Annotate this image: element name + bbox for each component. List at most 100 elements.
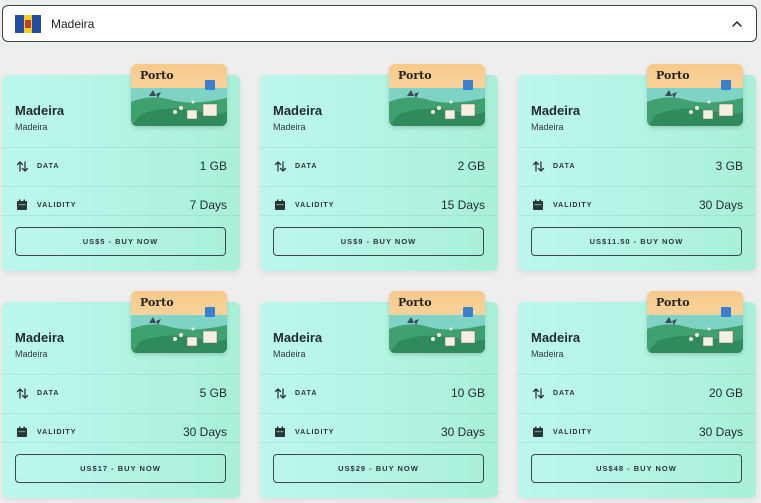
plan-title: Madeira [15, 330, 65, 345]
divider [518, 186, 756, 187]
plan-title: Madeira [273, 103, 323, 118]
data-label: DATA [553, 162, 576, 170]
swap-vertical-icon [15, 386, 29, 400]
validity-row: VALIDITY 30 Days [531, 425, 743, 439]
plan-card-5: Porto Madeira Madeira DATA 10 GB VALIDIT… [260, 291, 498, 498]
calendar-icon [273, 198, 287, 212]
divider [2, 413, 240, 414]
divider [260, 147, 498, 148]
plan-subtitle: Madeira [15, 349, 48, 359]
image-caption: Porto [140, 69, 174, 82]
plan-subtitle: Madeira [531, 349, 564, 359]
buy-now-button[interactable]: US$48 - BUY NOW [531, 454, 742, 483]
validity-value: 30 Days [698, 425, 743, 439]
calendar-icon [531, 198, 545, 212]
divider [2, 442, 240, 443]
swap-vertical-icon [273, 159, 287, 173]
plan-subtitle: Madeira [531, 122, 564, 132]
divider [518, 413, 756, 414]
country-selector-label: Madeira [51, 16, 95, 31]
data-value: 2 GB [457, 159, 485, 173]
destination-image: Porto [389, 291, 485, 353]
divider [260, 442, 498, 443]
madeira-flag-icon [15, 14, 41, 33]
divider [2, 186, 240, 187]
divider [2, 215, 240, 216]
validity-label: VALIDITY [553, 428, 593, 436]
image-caption: Porto [656, 69, 690, 82]
validity-value: 7 Days [189, 198, 227, 212]
swap-vertical-icon [15, 159, 29, 173]
validity-row: VALIDITY 15 Days [273, 198, 485, 212]
validity-value: 30 Days [698, 198, 743, 212]
destination-image: Porto [647, 291, 743, 353]
data-row: DATA 20 GB [531, 386, 743, 400]
validity-value: 30 Days [440, 425, 485, 439]
validity-row: VALIDITY 30 Days [15, 425, 227, 439]
calendar-icon [273, 425, 287, 439]
data-label: DATA [37, 162, 60, 170]
image-caption: Porto [398, 69, 432, 82]
data-value: 3 GB [715, 159, 743, 173]
data-label: DATA [295, 389, 318, 397]
plan-card-3: Porto Madeira Madeira DATA 3 GB VALIDITY… [518, 64, 756, 271]
data-row: DATA 5 GB [15, 386, 227, 400]
plan-subtitle: Madeira [273, 122, 306, 132]
divider [260, 215, 498, 216]
divider [260, 374, 498, 375]
validity-row: VALIDITY 7 Days [15, 198, 227, 212]
destination-image: Porto [131, 64, 227, 126]
plan-card-1: Porto Madeira Madeira DATA 1 GB VALIDITY… [2, 64, 240, 271]
buy-now-button[interactable]: US$29 - BUY NOW [273, 454, 484, 483]
data-value: 10 GB [450, 386, 485, 400]
chevron-up-icon[interactable] [730, 17, 744, 31]
validity-value: 30 Days [182, 425, 227, 439]
data-value: 1 GB [199, 159, 227, 173]
divider [260, 413, 498, 414]
data-value: 20 GB [708, 386, 743, 400]
country-selector[interactable]: Madeira [2, 5, 757, 42]
buy-now-button[interactable]: US$17 - BUY NOW [15, 454, 226, 483]
validity-label: VALIDITY [295, 428, 335, 436]
data-label: DATA [295, 162, 318, 170]
data-row: DATA 2 GB [273, 159, 485, 173]
plan-title: Madeira [15, 103, 65, 118]
destination-image: Porto [131, 291, 227, 353]
plan-title: Madeira [531, 330, 581, 345]
divider [518, 215, 756, 216]
swap-vertical-icon [531, 386, 545, 400]
validity-row: VALIDITY 30 Days [531, 198, 743, 212]
divider [260, 186, 498, 187]
divider [2, 147, 240, 148]
plan-title: Madeira [531, 103, 581, 118]
buy-now-button[interactable]: US$5 - BUY NOW [15, 227, 226, 256]
validity-label: VALIDITY [295, 201, 335, 209]
data-row: DATA 1 GB [15, 159, 227, 173]
plan-card-6: Porto Madeira Madeira DATA 20 GB VALIDIT… [518, 291, 756, 498]
plan-subtitle: Madeira [15, 122, 48, 132]
validity-label: VALIDITY [37, 201, 77, 209]
validity-label: VALIDITY [553, 201, 593, 209]
divider [518, 147, 756, 148]
divider [518, 442, 756, 443]
divider [518, 374, 756, 375]
image-caption: Porto [398, 296, 432, 309]
calendar-icon [15, 198, 29, 212]
validity-row: VALIDITY 30 Days [273, 425, 485, 439]
plan-title: Madeira [273, 330, 323, 345]
destination-image: Porto [389, 64, 485, 126]
image-caption: Porto [656, 296, 690, 309]
plan-card-2: Porto Madeira Madeira DATA 2 GB VALIDITY… [260, 64, 498, 271]
validity-value: 15 Days [440, 198, 485, 212]
calendar-icon [15, 425, 29, 439]
plan-subtitle: Madeira [273, 349, 306, 359]
buy-now-button[interactable]: US$9 - BUY NOW [273, 227, 484, 256]
validity-label: VALIDITY [37, 428, 77, 436]
buy-now-button[interactable]: US$11.50 - BUY NOW [531, 227, 742, 256]
calendar-icon [531, 425, 545, 439]
destination-image: Porto [647, 64, 743, 126]
data-label: DATA [37, 389, 60, 397]
data-label: DATA [553, 389, 576, 397]
swap-vertical-icon [273, 386, 287, 400]
swap-vertical-icon [531, 159, 545, 173]
